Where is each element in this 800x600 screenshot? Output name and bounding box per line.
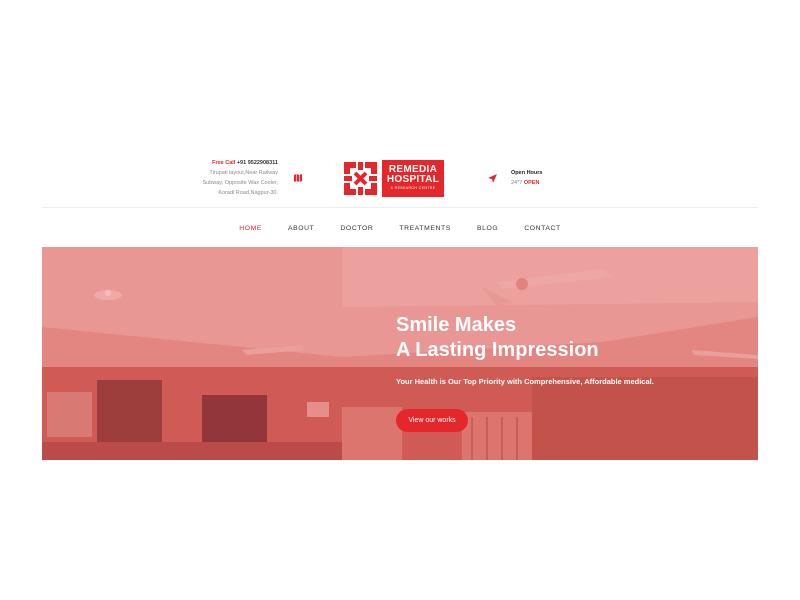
logo-wordmark: REMEDIA HOSPITAL & RESEARCH CENTRE — [382, 160, 444, 197]
send-icon — [488, 174, 497, 183]
hero-banner: Smile Makes A Lasting Impression Your He… — [42, 247, 758, 460]
free-call-label: Free Call — [212, 160, 236, 166]
nav-item-contact[interactable]: CONTACT — [524, 222, 561, 236]
hero-title-line-2: A Lasting Impression — [396, 339, 599, 361]
map-icon — [294, 174, 302, 182]
address-line-3: Koradi Road,Nagpur-30. — [218, 190, 278, 196]
site-header: Free Call +91 9522908311 Tirupati layout… — [0, 150, 800, 208]
phone-number[interactable]: +91 9522908311 — [237, 160, 278, 166]
hero-subtitle: Your Health is Our Top Priority with Com… — [396, 377, 654, 386]
logo-line-2: HOSPITAL — [386, 174, 440, 185]
open-status: OPEN — [523, 180, 540, 186]
open-hours-value: 24*7 — [511, 180, 523, 186]
nav-item-treatments[interactable]: TREATMENTS — [399, 222, 451, 236]
nav-item-blog[interactable]: BLOG — [477, 222, 498, 236]
hospital-logo[interactable]: REMEDIA HOSPITAL & RESEARCH CENTRE — [342, 160, 444, 197]
main-nav: HOME ABOUT DOCTOR TREATMENTS BLOG CONTAC… — [0, 222, 800, 236]
address-line-2: Subway, Opposite Wax Cooler, — [202, 180, 278, 186]
contact-block: Free Call +91 9522908311 Tirupati layout… — [118, 158, 278, 198]
address-line-1: Tirupati layout,Near Railway — [209, 170, 278, 176]
nav-item-about[interactable]: ABOUT — [288, 222, 314, 236]
logo-line-3: & RESEARCH CENTRE — [390, 186, 436, 190]
header-divider — [42, 207, 758, 208]
open-hours-block: Open Hours 24*7 OPEN — [511, 168, 542, 188]
nav-item-doctor[interactable]: DOCTOR — [340, 222, 373, 236]
open-hours-title: Open Hours — [511, 170, 543, 176]
nav-item-home[interactable]: HOME — [239, 222, 262, 236]
logo-mark — [342, 160, 379, 197]
hero-title-line-1: Smile Makes — [396, 314, 517, 336]
free-call-line[interactable]: Free Call +91 9522908311 — [118, 158, 278, 168]
view-our-works-button[interactable]: View our works — [396, 409, 468, 432]
hero-title: Smile Makes A Lasting Impression — [396, 313, 599, 363]
